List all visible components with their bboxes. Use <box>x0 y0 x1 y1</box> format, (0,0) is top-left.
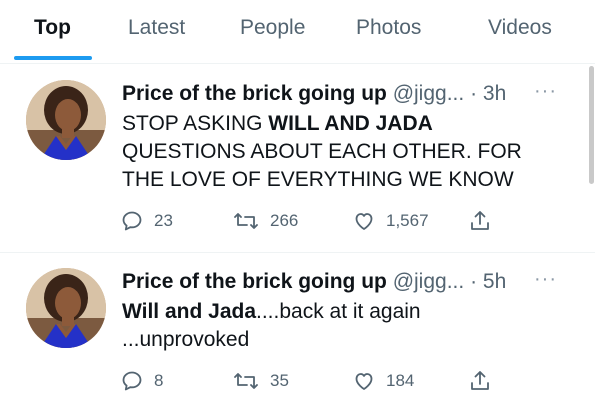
tweet-actions: 23 266 1,567 <box>0 206 595 236</box>
retweet-count: 35 <box>270 371 289 390</box>
more-icon[interactable]: ··· <box>534 268 557 291</box>
author-name[interactable]: Price of the brick going up <box>122 82 387 105</box>
retweet-count: 266 <box>270 211 299 230</box>
tweet-divider <box>0 252 595 253</box>
tweet-text: STOP ASKING WILL AND JADA QUESTIONS ABOU… <box>122 110 552 194</box>
like-button[interactable]: 184 <box>352 366 414 396</box>
tweet-actions: 8 35 184 <box>0 366 595 396</box>
tweet-text: Will and Jada....back at it again ...unp… <box>122 298 422 354</box>
tweet-time[interactable]: · 5h <box>470 270 506 293</box>
avatar[interactable] <box>26 268 106 348</box>
active-tab-indicator <box>14 56 92 60</box>
reply-icon <box>122 211 142 231</box>
like-icon <box>355 213 373 230</box>
retweet-button[interactable]: 35 <box>232 366 289 396</box>
like-count: 1,567 <box>386 211 429 230</box>
share-button[interactable] <box>468 366 492 396</box>
share-icon <box>471 211 489 230</box>
retweet-icon <box>234 373 258 389</box>
like-count: 184 <box>386 371 415 390</box>
like-button[interactable]: 1,567 <box>352 206 429 236</box>
tweet-header: Price of the brick going up @jigg... · 5… <box>122 268 577 298</box>
tab-photos[interactable]: Photos <box>356 16 421 40</box>
retweet-icon <box>234 213 258 229</box>
avatar[interactable] <box>26 80 106 160</box>
reply-icon <box>122 371 142 391</box>
search-tabs: Top Latest People Photos Videos <box>0 0 595 64</box>
tweet-time[interactable]: · 3h <box>470 82 506 105</box>
reply-count: 23 <box>154 211 173 230</box>
reply-button[interactable]: 23 <box>120 206 173 236</box>
share-icon <box>471 371 489 390</box>
tweet-text-part: STOP ASKING <box>122 112 269 135</box>
tweet-text-part: QUESTIONS ABOUT EACH OTHER. FOR THE LOVE… <box>122 140 522 191</box>
retweet-button[interactable]: 266 <box>232 206 298 236</box>
tabs-divider <box>0 63 595 64</box>
author-name[interactable]: Price of the brick going up <box>122 270 387 293</box>
reply-button[interactable]: 8 <box>120 366 163 396</box>
author-handle[interactable]: @jigg... <box>393 82 465 105</box>
tab-top[interactable]: Top <box>34 16 71 40</box>
reply-count: 8 <box>154 371 164 390</box>
tweet-text-bold: Will and Jada <box>122 300 257 323</box>
share-button[interactable] <box>468 206 492 236</box>
scrollbar[interactable] <box>589 66 594 184</box>
author-handle[interactable]: @jigg... <box>393 270 465 293</box>
tab-videos[interactable]: Videos <box>488 16 552 40</box>
more-icon[interactable]: ··· <box>534 80 557 103</box>
tab-latest[interactable]: Latest <box>128 16 185 40</box>
tweet-header: Price of the brick going up @jigg... · 3… <box>122 80 577 110</box>
tab-people[interactable]: People <box>240 16 305 40</box>
like-icon <box>355 373 373 390</box>
tweet-text-bold: WILL AND JADA <box>268 112 433 135</box>
